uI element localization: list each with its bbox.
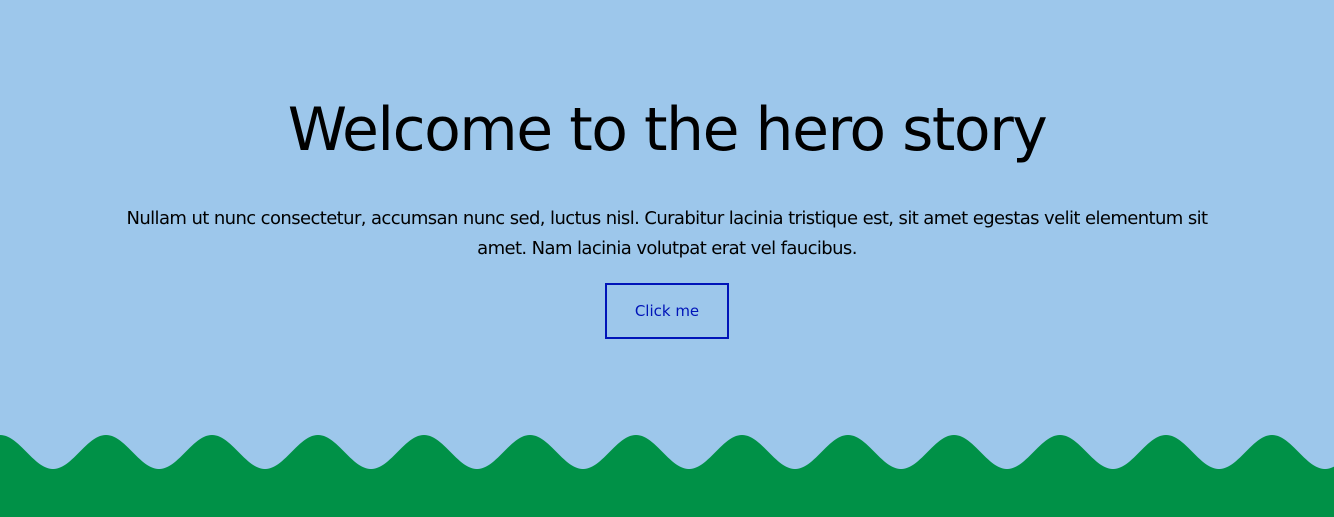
hero-description: Nullam ut nunc consectetur, accumsan nun… (126, 208, 1208, 259)
wave-decoration (0, 435, 1334, 517)
hero-section: Welcome to the hero story Nullam ut nunc… (0, 0, 1334, 517)
wave-path (0, 435, 1334, 517)
click-me-button[interactable]: Click me (605, 283, 729, 339)
hero-title: Welcome to the hero story (287, 95, 1048, 165)
